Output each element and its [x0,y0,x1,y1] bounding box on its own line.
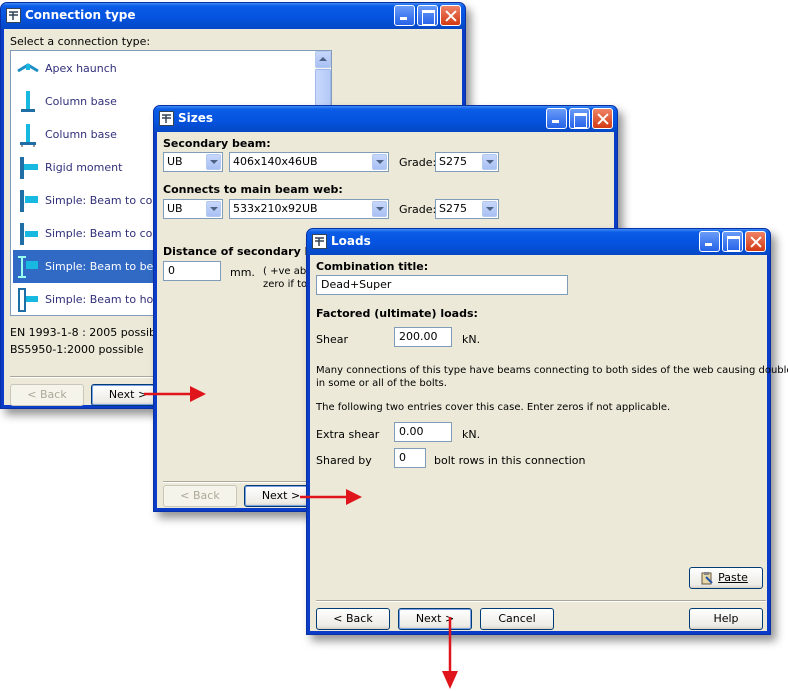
back-button[interactable]: < Back [10,384,84,406]
app-icon [312,234,327,249]
app-icon [159,111,174,126]
chevron-down-icon [372,201,387,217]
separator [316,600,766,602]
distance-input[interactable]: 0 [163,261,221,281]
back-button[interactable]: < Back [316,608,390,630]
flow-arrow-2 [300,489,362,505]
grade-label: Grade: [399,156,437,169]
extra-shear-input[interactable]: 0.00 [394,422,452,442]
combination-title-input[interactable]: Dead+Super [316,275,568,295]
grade-label: Grade: [399,203,437,216]
column-base-icon [20,124,36,147]
bolt-rows-label: bolt rows in this connection [434,454,586,467]
close-button[interactable] [745,231,766,252]
close-button[interactable] [440,5,461,26]
entries-note: The following two entries cover this cas… [316,402,671,413]
window-title: Connection type [25,8,136,22]
extra-shear-label: Extra shear [316,428,380,441]
title-bar[interactable]: Connection type [1,3,465,29]
chevron-down-icon [206,201,221,217]
minimize-button[interactable] [699,231,720,252]
select-label: Select a connection type: [10,35,151,48]
minimize-button[interactable] [394,5,415,26]
close-button[interactable] [592,108,613,129]
minimize-button[interactable] [546,108,567,129]
paste-icon [701,572,713,585]
flow-arrow-3 [442,617,458,689]
main-grade-select[interactable]: S275 [435,199,499,219]
beam-to-column-icon [20,223,38,245]
list-item-apex-haunch[interactable]: Apex haunch [13,52,313,85]
double-shear-note-2: in some or all of the bolts. [316,378,447,389]
apex-haunch-icon [17,63,39,73]
chevron-down-icon [372,154,387,170]
secondary-type-select[interactable]: UB [163,152,223,172]
main-size-select[interactable]: 533x210x92UB [229,199,389,219]
paste-button[interactable]: Paste [689,567,763,589]
beam-to-column-icon [20,190,38,212]
bs-note: BS5950-1:2000 possible [10,343,144,356]
back-button[interactable]: < Back [163,485,237,507]
window-title: Loads [331,234,371,248]
secondary-grade-select[interactable]: S275 [435,152,499,172]
secondary-beam-label: Secondary beam: [163,137,271,150]
title-bar[interactable]: Sizes [154,106,617,132]
help-button[interactable]: Help [689,608,763,630]
double-shear-note-1: Many connections of this type have beams… [316,365,788,376]
en-note: EN 1993-1-8 : 2005 possible [10,326,166,339]
title-bar[interactable]: Loads [307,229,770,255]
rigid-moment-icon [20,157,38,179]
maximize-button[interactable] [569,108,590,129]
shear-input[interactable]: 200.00 [394,327,452,347]
window-title: Sizes [178,111,214,125]
chevron-down-icon [482,201,497,217]
distance-note-1: ( +ve abo [263,266,313,277]
shear-label: Shear [316,333,348,346]
shared-by-input[interactable]: 0 [394,448,426,468]
factored-loads-label: Factored (ultimate) loads: [316,307,478,320]
beam-to-hollow-icon [18,288,38,312]
chevron-down-icon [206,154,221,170]
main-type-select[interactable]: UB [163,199,223,219]
app-icon [6,8,21,23]
shared-by-label: Shared by [316,454,372,467]
combination-title-label: Combination title: [316,260,429,273]
loads-client: Combination title: Dead+Super Factored (… [310,255,788,631]
loads-window: Loads Combination title: Dead+Super Fact… [306,228,788,635]
main-beam-label: Connects to main beam web: [163,183,343,196]
chevron-down-icon [482,154,497,170]
shear-unit: kN. [462,333,481,346]
secondary-size-select[interactable]: 406x140x46UB [229,152,389,172]
flow-arrow-1 [144,386,206,402]
maximize-button[interactable] [722,231,743,252]
mm-label: mm. [230,266,255,279]
column-base-icon [21,91,35,112]
beam-to-beam-web-icon [18,256,38,278]
extra-shear-unit: kN. [462,428,481,441]
maximize-button[interactable] [417,5,438,26]
cancel-button[interactable]: Cancel [480,608,554,630]
scroll-up-icon[interactable] [315,51,331,68]
